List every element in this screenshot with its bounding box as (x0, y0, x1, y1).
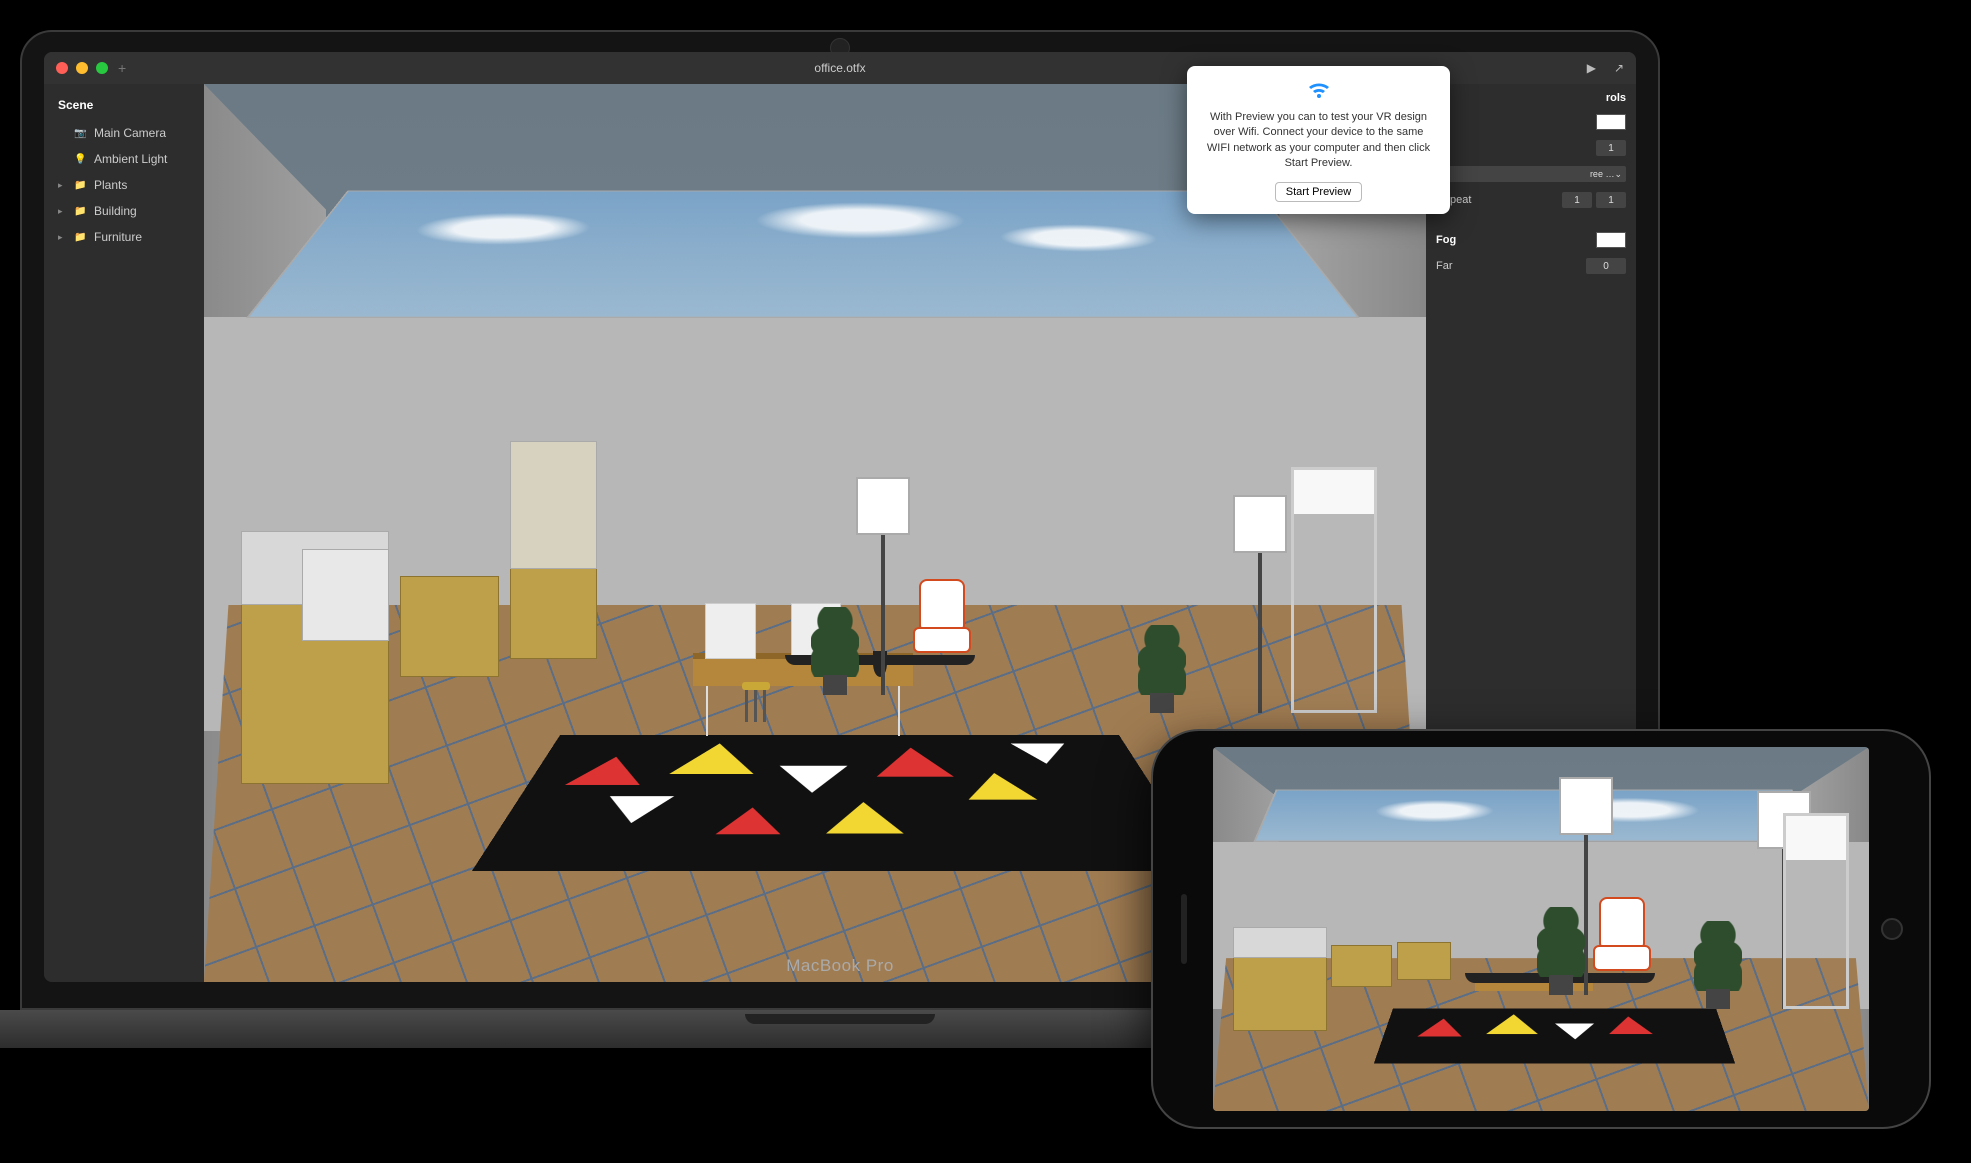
sidebar-item-label: Plants (94, 178, 127, 192)
window-controls (56, 62, 108, 74)
inspector-row-fog: Fog (1436, 232, 1626, 248)
window-title: office.otfx (814, 61, 865, 75)
inspector-row-repeat: Repeat 1 1 (1436, 192, 1626, 208)
inspector-heading: rols (1436, 92, 1626, 104)
floor-lamp (1241, 503, 1279, 713)
repeat-x-field[interactable]: 1 (1562, 192, 1592, 208)
sidebar-item-ambient-light[interactable]: 💡 Ambient Light (44, 146, 204, 172)
glass-cabinet (510, 441, 598, 569)
plant (815, 595, 855, 695)
plant (1142, 613, 1182, 713)
folder-icon: 📁 (74, 206, 86, 217)
phone-preview-viewport[interactable] (1213, 747, 1869, 1111)
preview-popover: With Preview you can to test your VR des… (1187, 66, 1450, 214)
folder-icon: 📁 (74, 232, 86, 243)
phone-camera-icon (1881, 918, 1903, 940)
disclosure-icon: ▸ (58, 206, 66, 217)
machine (302, 549, 390, 641)
sidebar-item-building[interactable]: ▸ 📁 Building (44, 198, 204, 224)
device-label: MacBook Pro (786, 956, 894, 976)
start-preview-button[interactable]: Start Preview (1275, 182, 1362, 202)
phone-screen (1213, 747, 1869, 1111)
inspector-row (1436, 114, 1626, 130)
stool (742, 682, 770, 722)
fog-label: Fog (1436, 234, 1456, 246)
sidebar-item-furniture[interactable]: ▸ 📁 Furniture (44, 224, 204, 250)
inspector-row-far: Far 0 (1436, 258, 1626, 274)
share-button[interactable]: ↗ (1614, 61, 1624, 75)
folder-icon: 📁 (74, 180, 86, 191)
wifi-icon (1201, 80, 1436, 106)
repeat-y-field[interactable]: 1 (1596, 192, 1626, 208)
far-label: Far (1436, 260, 1453, 272)
color-swatch[interactable] (1596, 114, 1626, 130)
sidebar-item-plants[interactable]: ▸ 📁 Plants (44, 172, 204, 198)
wrap-dropdown[interactable]: ree … ⌄ (1436, 166, 1626, 182)
lounge-chair (913, 587, 973, 677)
camera-icon: 📷 (74, 128, 86, 139)
sidebar-item-label: Building (94, 204, 137, 218)
disclosure-icon: ▸ (58, 232, 66, 243)
sidebar-item-label: Main Camera (94, 126, 166, 140)
inspector-row: ree … ⌄ (1436, 166, 1626, 182)
minimize-button[interactable] (76, 62, 88, 74)
inspector-row: 1 (1436, 140, 1626, 156)
disclosure-icon: ▸ (58, 180, 66, 191)
cabinet (510, 567, 598, 659)
count-field[interactable]: 1 (1596, 140, 1626, 156)
zoom-button[interactable] (96, 62, 108, 74)
shelving-unit (1291, 467, 1377, 713)
floor-lamp (864, 485, 902, 695)
play-button[interactable]: ▶ (1587, 61, 1596, 75)
close-button[interactable] (56, 62, 68, 74)
sidebar-heading: Scene (44, 94, 204, 120)
light-icon: 💡 (74, 154, 86, 165)
sidebar-item-label: Furniture (94, 230, 142, 244)
new-tab-button[interactable]: + (118, 60, 126, 76)
popover-text: With Preview you can to test your VR des… (1201, 110, 1436, 172)
sidebar-item-label: Ambient Light (94, 152, 167, 166)
scene-sidebar: Scene 📷 Main Camera 💡 Ambient Light ▸ 📁 (44, 84, 204, 982)
monitor (705, 603, 756, 659)
phone-device (1151, 729, 1931, 1129)
cabinet (400, 576, 500, 677)
speaker-icon (1181, 894, 1187, 964)
sidebar-item-main-camera[interactable]: 📷 Main Camera (44, 120, 204, 146)
far-field[interactable]: 0 (1586, 258, 1626, 274)
fog-color-swatch[interactable] (1596, 232, 1626, 248)
rug (471, 735, 1207, 871)
